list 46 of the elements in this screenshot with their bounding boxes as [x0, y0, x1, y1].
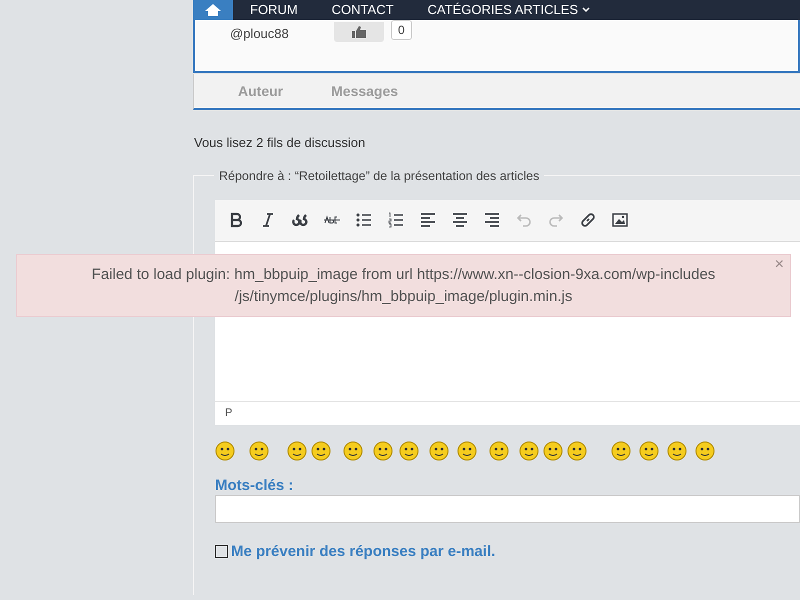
- align-left-icon: [420, 212, 436, 228]
- smiley-icon[interactable]: [457, 440, 477, 460]
- nav-link[interactable]: FORUM: [250, 0, 298, 20]
- column-header: Auteur: [238, 82, 284, 100]
- smiley-icon[interactable]: [249, 440, 269, 460]
- smiley-icon[interactable]: [639, 440, 659, 460]
- redo-icon: [548, 212, 564, 228]
- smiley-icon[interactable]: [489, 440, 509, 460]
- smiley-icon[interactable]: [287, 440, 307, 460]
- smiley-icon[interactable]: [543, 440, 563, 460]
- smiley-icon[interactable]: [519, 440, 539, 460]
- link-icon: [580, 212, 596, 228]
- smiley-icon[interactable]: [667, 440, 687, 460]
- bold-icon: [228, 212, 244, 228]
- smiley-icon[interactable]: [373, 440, 393, 460]
- smiley-icon[interactable]: [343, 440, 363, 460]
- element-path[interactable]: P: [225, 404, 232, 422]
- column-header: Messages: [331, 82, 398, 101]
- thumbs-up-icon: [352, 26, 366, 38]
- italic-icon: [260, 212, 276, 228]
- like-button[interactable]: [334, 22, 384, 42]
- like-count: 0: [391, 20, 412, 40]
- smiley-icon[interactable]: [311, 440, 331, 460]
- nav-link[interactable]: CONTACT: [332, 0, 394, 20]
- home-icon: [205, 4, 221, 16]
- nav-link[interactable]: CATÉGORIES ARTICLES: [428, 0, 590, 20]
- keywords-field[interactable]: [215, 494, 800, 522]
- align-right-icon: [484, 212, 500, 228]
- smiley-icon[interactable]: [695, 440, 715, 460]
- numbered-list-icon: [388, 212, 404, 228]
- smiley-icon[interactable]: [399, 440, 419, 460]
- error-message: Failed to load plugin: hm_bbpuip_image from url https://www.xn--closion-9xa.com/wp-includes /js/tinymce/plugins/hm_bbpuip_image/plugin.min.js: [90, 264, 716, 306]
- author-name: @plouc88: [230, 25, 290, 43]
- smiley-icon[interactable]: [429, 440, 449, 460]
- smiley-icon[interactable]: [215, 440, 235, 460]
- image-icon: [612, 212, 628, 228]
- smiley-icon[interactable]: [567, 440, 587, 460]
- bulleted-list-icon: [356, 212, 372, 228]
- align-center-icon: [452, 212, 468, 228]
- home-button[interactable]: [193, 0, 233, 20]
- quote-icon: [292, 212, 308, 228]
- keywords-label: Mots-clés :: [215, 476, 294, 494]
- notify-checkbox[interactable]: [215, 545, 228, 558]
- undo-icon: [516, 212, 532, 228]
- smiley-icon[interactable]: [611, 440, 631, 460]
- thread-count-text: Vous lisez 2 fils de discussion: [194, 134, 366, 152]
